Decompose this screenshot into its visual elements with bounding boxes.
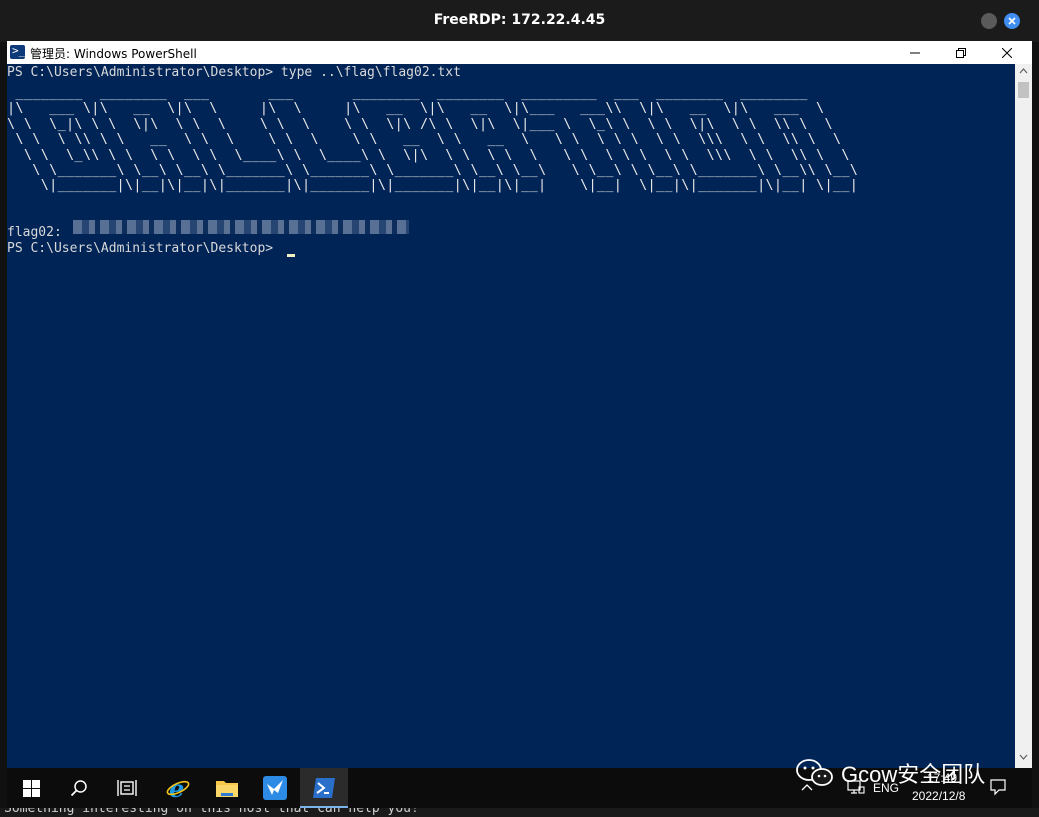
scroll-down-icon[interactable] <box>1019 754 1028 760</box>
background-terminal-edge-right <box>1032 42 1039 817</box>
internet-explorer-button[interactable]: e <box>154 768 202 808</box>
restore-button[interactable] <box>938 41 984 64</box>
rdp-titlebar: FreeRDP: 172.22.4.45 <box>0 0 1039 42</box>
bird-app-icon <box>263 776 287 800</box>
flag-label: flag02: <box>7 225 62 240</box>
task-view-icon <box>117 780 137 796</box>
rdp-close-button[interactable] <box>1004 13 1020 29</box>
window-title: 管理员: Windows PowerShell <box>30 47 197 61</box>
start-button[interactable] <box>7 768 55 808</box>
powershell-icon: >_ <box>10 44 26 59</box>
ascii-art-banner: ________ ________ ___ ___ ________ _____… <box>7 85 859 194</box>
redacted-flag-value <box>73 220 409 234</box>
powershell-icon <box>313 778 335 798</box>
watermark: Gcow安全团队 <box>795 757 985 789</box>
prompt-line: PS C:\Users\Administrator\Desktop> <box>7 241 274 256</box>
powershell-button[interactable] <box>300 768 348 808</box>
powershell-titlebar[interactable]: >_ 管理员: Windows PowerShell <box>7 41 1032 64</box>
internet-explorer-icon: e <box>166 776 190 800</box>
close-icon <box>1008 17 1016 25</box>
scrollbar-thumb[interactable] <box>1018 82 1029 98</box>
notification-icon[interactable] <box>990 779 1006 796</box>
background-terminal-edge <box>0 42 7 817</box>
minimize-button[interactable] <box>892 41 938 64</box>
folder-icon <box>216 781 238 797</box>
scroll-up-icon[interactable] <box>1019 68 1028 74</box>
close-icon <box>1002 47 1012 58</box>
restore-icon <box>956 47 966 58</box>
search-button[interactable] <box>55 768 103 808</box>
rdp-minimize-button[interactable] <box>981 13 997 29</box>
minimize-icon <box>910 52 920 53</box>
background-terminal: Something interesting on this host that … <box>0 808 1039 817</box>
rdp-title: FreeRDP: 172.22.4.45 <box>433 12 606 28</box>
app-button[interactable] <box>251 768 299 808</box>
command-line: PS C:\Users\Administrator\Desktop> type … <box>7 65 461 80</box>
task-view-button[interactable] <box>103 768 151 808</box>
search-icon <box>70 780 87 797</box>
powershell-console[interactable]: PS C:\Users\Administrator\Desktop> type … <box>7 64 1015 768</box>
file-explorer-button[interactable] <box>203 768 251 808</box>
console-scrollbar[interactable] <box>1015 64 1032 768</box>
text-cursor <box>287 254 295 257</box>
windows-logo-icon <box>22 779 40 797</box>
close-button[interactable] <box>984 41 1030 64</box>
background-terminal-text: Something interesting on this host that … <box>4 808 419 816</box>
watermark-text: Gcow安全团队 <box>841 762 986 787</box>
clock-date[interactable]: 2022/12/8 <box>912 789 965 803</box>
svg-text:e: e <box>169 776 184 800</box>
wechat-icon <box>796 759 833 786</box>
